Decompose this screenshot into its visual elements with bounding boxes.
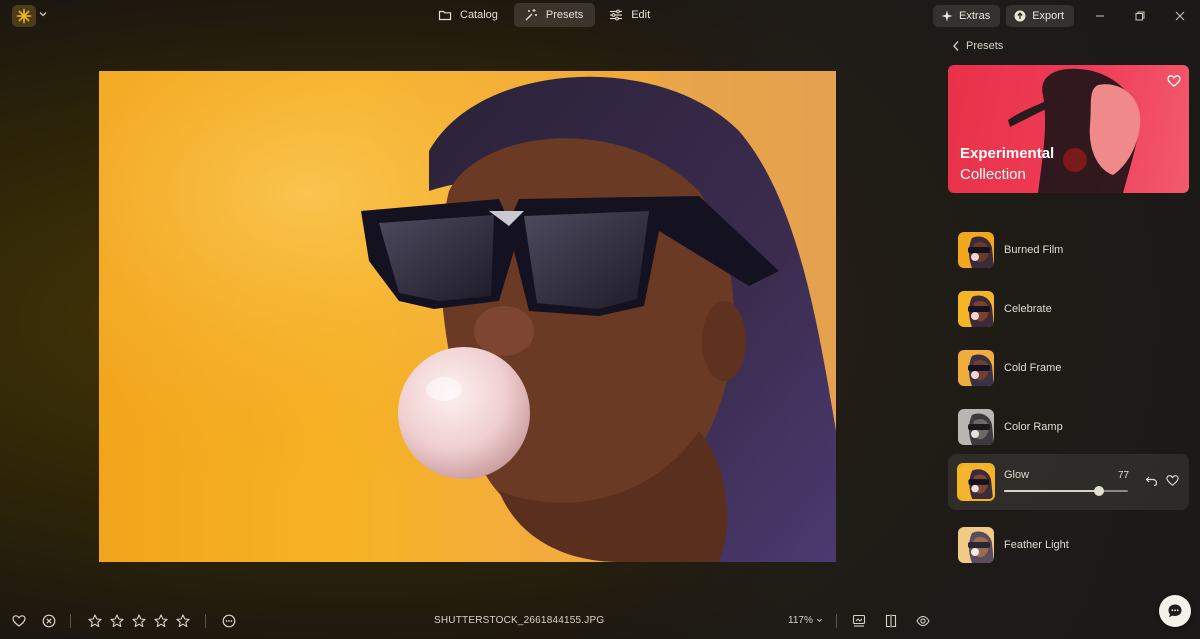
export-icon <box>1014 10 1026 22</box>
divider <box>836 614 837 628</box>
favorite-heart-icon[interactable] <box>1167 74 1181 88</box>
preset-item-cold-frame[interactable]: Cold Frame <box>948 340 1189 396</box>
folder-icon <box>438 10 452 21</box>
export-label: Export <box>1032 10 1064 22</box>
preset-item-color-ramp[interactable]: Color Ramp <box>948 399 1189 455</box>
filmstrip-toggle-icon[interactable] <box>852 614 866 628</box>
maximize-button[interactable] <box>1120 4 1160 28</box>
preset-name: Cold Frame <box>1004 362 1062 374</box>
preset-item-burned-film[interactable]: Burned Film <box>948 222 1189 278</box>
preset-thumbnail <box>958 291 994 327</box>
chat-bubble-icon <box>1168 604 1182 618</box>
close-window-button[interactable] <box>1160 4 1200 28</box>
preset-thumbnail <box>958 350 994 386</box>
extras-label: Extras <box>959 10 991 22</box>
star-icon[interactable] <box>176 614 190 628</box>
zoom-dropdown[interactable]: 117% <box>788 615 823 626</box>
preset-actions <box>1145 474 1179 487</box>
undo-icon[interactable] <box>1145 474 1158 487</box>
sliders-icon <box>610 9 623 21</box>
tab-catalog-label: Catalog <box>460 9 498 21</box>
compare-split-icon[interactable] <box>884 614 898 628</box>
main-photo[interactable] <box>99 71 836 562</box>
chevron-down-icon <box>816 618 822 623</box>
preset-thumbnail <box>958 527 994 563</box>
reject-icon[interactable] <box>42 614 56 628</box>
minimize-icon <box>1096 15 1104 17</box>
divider <box>205 614 206 628</box>
preset-name: Feather Light <box>1004 539 1069 551</box>
preset-name: Glow <box>1004 469 1030 481</box>
minimize-button[interactable] <box>1080 4 1120 28</box>
tab-presets[interactable]: Presets <box>513 3 596 27</box>
preset-thumbnail <box>957 463 995 501</box>
photo-illustration <box>99 71 836 562</box>
slider-fill <box>1004 490 1100 492</box>
heart-icon[interactable] <box>12 614 26 628</box>
preset-name: Celebrate <box>1004 303 1052 315</box>
sun-logo-icon <box>16 8 32 24</box>
file-name: SHUTTERSTOCK_2661844155.JPG <box>434 615 605 626</box>
chevron-left-icon <box>953 41 959 51</box>
preset-name: Color Ramp <box>1004 421 1063 433</box>
preset-name: Burned Film <box>1004 244 1064 256</box>
preset-thumbnail <box>958 409 994 445</box>
bottom-bar: SHUTTERSTOCK_2661844155.JPG 117% <box>0 606 1200 636</box>
extras-button[interactable]: Extras <box>933 5 1001 27</box>
preset-item-celebrate[interactable]: Celebrate <box>948 281 1189 337</box>
chevron-down-icon[interactable] <box>38 9 48 19</box>
tab-edit[interactable]: Edit <box>599 3 662 27</box>
more-options-icon[interactable] <box>222 614 236 628</box>
banner-subtitle: Collection <box>960 166 1026 183</box>
star-icon[interactable] <box>154 614 168 628</box>
tab-catalog[interactable]: Catalog <box>428 3 510 27</box>
glow-amount-value: 77 <box>1118 470 1130 481</box>
zoom-value: 117% <box>788 615 813 626</box>
star-icon[interactable] <box>88 614 102 628</box>
heart-icon[interactable] <box>1166 474 1179 487</box>
window-controls-area: Extras Export <box>933 3 1200 29</box>
magic-wand-icon <box>525 9 537 21</box>
star-icon[interactable] <box>110 614 124 628</box>
tab-presets-label: Presets <box>545 9 584 21</box>
presets-back-link[interactable]: Presets <box>952 40 1003 52</box>
top-bar: Catalog Presets Edit Extras Export <box>0 0 1200 32</box>
tab-edit-label: Edit <box>631 9 651 21</box>
star-icon[interactable] <box>132 614 146 628</box>
chat-help-button[interactable] <box>1159 595 1191 627</box>
banner-title: Experimental <box>960 145 1055 162</box>
collection-banner[interactable]: Experimental Collection <box>948 65 1189 193</box>
restore-icon <box>1135 11 1145 21</box>
preset-item-glow[interactable]: Glow 77 <box>948 454 1189 510</box>
back-label: Presets <box>966 40 1004 52</box>
app-menu-button[interactable] <box>12 5 36 27</box>
export-button[interactable]: Export <box>1006 5 1074 27</box>
preset-item-feather-light[interactable]: Feather Light <box>948 517 1189 573</box>
main-tabs: Catalog Presets Edit <box>428 3 662 29</box>
eye-preview-icon[interactable] <box>916 614 930 628</box>
slider-handle[interactable] <box>1094 486 1105 496</box>
sparkle-icon <box>941 10 953 22</box>
close-icon <box>1175 11 1185 21</box>
divider <box>70 614 71 628</box>
preset-thumbnail <box>958 232 994 268</box>
glow-amount-slider[interactable] <box>1004 486 1128 496</box>
